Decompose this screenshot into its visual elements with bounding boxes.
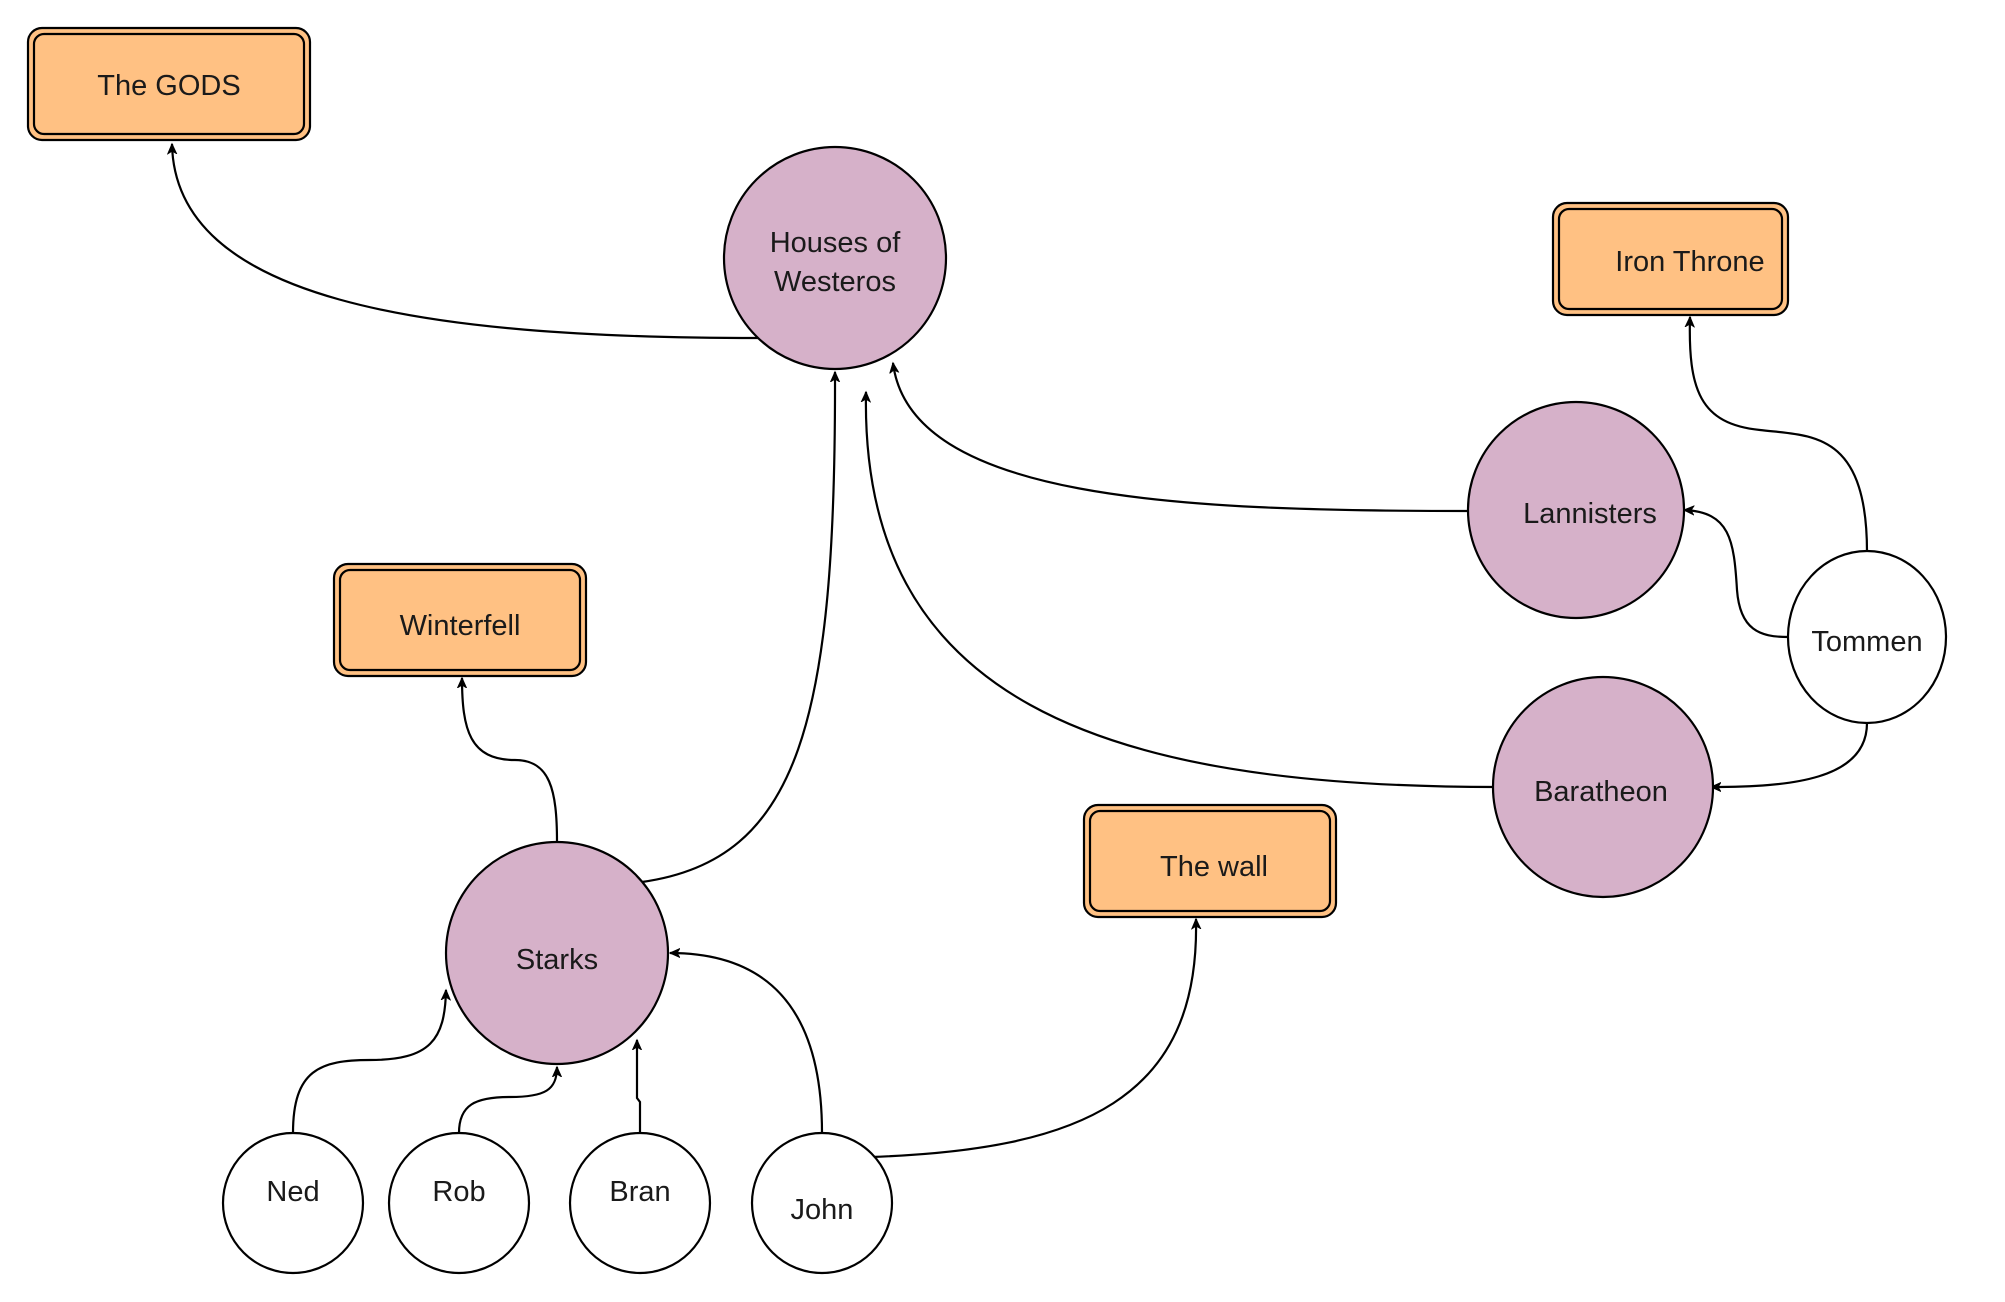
label-gods: The GODS [97, 70, 240, 102]
node-houses[interactable]: Houses of Westeros [722, 145, 948, 371]
node-winterfell[interactable]: Winterfell [332, 562, 588, 678]
label-winterfell: Winterfell [400, 610, 521, 642]
edge-starks-to-winterfell[interactable] [462, 678, 559, 843]
node-the-wall[interactable]: The wall [1082, 803, 1338, 919]
node-bran[interactable]: Bran [568, 1131, 712, 1275]
node-tommen[interactable]: Tommen [1786, 549, 1948, 725]
label-the-wall: The wall [1160, 851, 1268, 883]
diagram-canvas: The GODS Iron Throne Winterfell The wall… [26, 26, 1948, 1275]
node-ned[interactable]: Ned [221, 1131, 365, 1275]
label-bran: Bran [609, 1176, 670, 1208]
edge-bran-to-starks[interactable] [637, 1040, 640, 1133]
node-lannisters[interactable]: Lannisters [1466, 400, 1686, 620]
label-john: John [791, 1194, 854, 1226]
label-tommen: Tommen [1811, 626, 1922, 658]
edge-john-to-starks[interactable] [670, 953, 824, 1134]
edge-tommen-to-baratheon[interactable] [1711, 722, 1869, 787]
label-houses-line-1: Houses of [770, 227, 902, 259]
label-starks: Starks [516, 944, 598, 976]
label-iron-throne: Iron Throne [1615, 246, 1764, 278]
node-john[interactable]: John [750, 1131, 894, 1275]
edge-john-to-the-wall[interactable] [869, 919, 1196, 1159]
node-starks[interactable]: Starks [444, 840, 670, 1066]
edge-starks-to-houses[interactable] [641, 372, 835, 884]
edge-tommen-to-iron-throne[interactable] [1690, 317, 1869, 553]
label-baratheon: Baratheon [1534, 776, 1668, 808]
label-houses-line-2: Westeros [774, 266, 896, 298]
label-rob: Rob [432, 1176, 485, 1208]
edge-rob-to-starks[interactable] [457, 1067, 557, 1134]
edge-lannisters-to-houses[interactable] [893, 363, 1469, 513]
label-ned: Ned [266, 1176, 319, 1208]
node-iron-throne[interactable]: Iron Throne [1551, 201, 1790, 317]
edge-tommen-to-lannisters[interactable] [1684, 510, 1789, 639]
edge-houses-to-gods[interactable] [172, 144, 759, 340]
node-baratheon[interactable]: Baratheon [1491, 675, 1715, 899]
label-lannisters: Lannisters [1523, 498, 1657, 530]
edge-ned-to-starks[interactable] [291, 990, 446, 1134]
node-rob[interactable]: Rob [387, 1131, 531, 1275]
node-gods[interactable]: The GODS [26, 26, 312, 142]
